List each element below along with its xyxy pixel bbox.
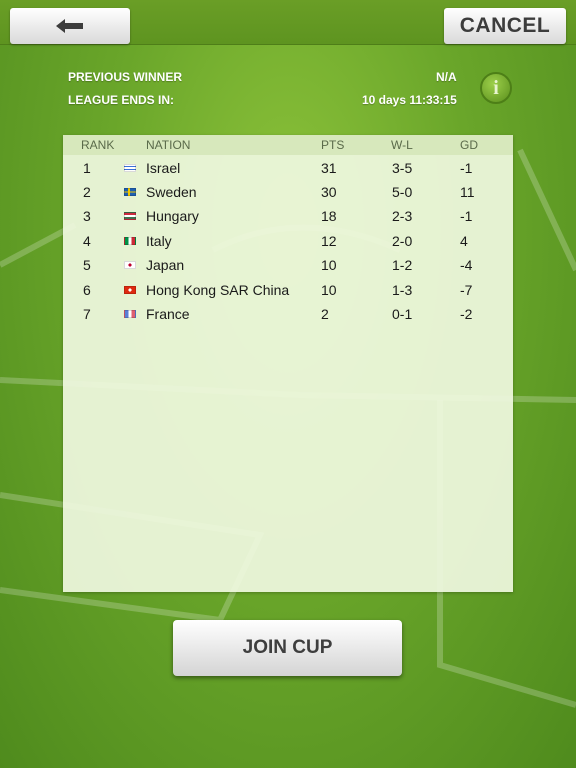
table-header: RANK NATION PTS W-L GD [63,135,513,155]
rank-cell: 3 [83,208,91,224]
wl-cell: 1-2 [392,257,413,273]
rank-cell: 7 [83,306,91,322]
rank-cell: 5 [83,257,91,273]
israel-flag-icon [124,164,136,172]
nation-cell: Hungary [146,208,199,224]
pts-cell: 10 [321,282,337,298]
pts-cell: 18 [321,208,337,224]
rank-cell: 6 [83,282,91,298]
cancel-button[interactable]: CANCEL [444,8,566,44]
pts-cell: 12 [321,233,337,249]
sweden-flag-icon [124,188,136,196]
nation-cell: Japan [146,257,185,273]
league-ends-label: LEAGUE ENDS IN: [68,93,175,107]
wl-cell: 1-3 [392,282,413,298]
join-cup-button[interactable]: JOIN CUP [173,620,402,676]
rank-cell: 2 [83,184,91,200]
gd-cell: 11 [460,184,475,200]
gd-cell: 4 [460,233,468,249]
japan-flag-icon [124,261,136,269]
wl-cell: 5-0 [392,184,413,200]
header-pts: PTS [321,138,345,152]
hong-kong-flag-icon [124,286,136,294]
nation-cell: France [146,306,190,322]
league-table: RANK NATION PTS W-L GD 1 Israel 31 3-5 -… [63,135,513,592]
info-icon[interactable]: i [480,72,512,104]
gd-cell: -2 [460,306,473,322]
nation-cell: Israel [146,160,181,176]
pts-cell: 31 [321,160,337,176]
back-button[interactable] [10,8,130,44]
header-nation: NATION [146,138,191,152]
table-row[interactable]: 6 Hong Kong SAR China 10 1-3 -7 [63,278,513,302]
gd-cell: -4 [460,257,473,273]
table-row[interactable]: 1 Israel 31 3-5 -1 [63,156,513,180]
wl-cell: 3-5 [392,160,413,176]
left-arrow-icon [56,19,83,33]
nation-cell: Hong Kong SAR China [146,282,290,298]
previous-winner-label: PREVIOUS WINNER [68,70,183,84]
header-wl: W-L [391,138,413,152]
gd-cell: -1 [460,208,473,224]
wl-cell: 2-0 [392,233,413,249]
pts-cell: 30 [321,184,337,200]
table-row[interactable]: 4 Italy 12 2-0 4 [63,229,513,253]
rank-cell: 1 [83,160,91,176]
nation-cell: Sweden [146,184,197,200]
wl-cell: 0-1 [392,306,413,322]
top-bar: CANCEL [0,0,576,45]
table-row[interactable]: 7 France 2 0-1 -2 [63,302,513,326]
france-flag-icon [124,310,136,318]
rank-cell: 4 [83,233,91,249]
pts-cell: 2 [321,306,329,322]
wl-cell: 2-3 [392,208,413,224]
gd-cell: -1 [460,160,473,176]
table-row[interactable]: 5 Japan 10 1-2 -4 [63,253,513,277]
pts-cell: 10 [321,257,337,273]
header-gd: GD [460,138,478,152]
hungary-flag-icon [124,212,136,220]
previous-winner-value: N/A [436,70,457,84]
table-row[interactable]: 3 Hungary 18 2-3 -1 [63,204,513,228]
league-ends-value: 10 days 11:33:15 [362,93,457,107]
gd-cell: -7 [460,282,473,298]
header-rank: RANK [81,138,115,152]
nation-cell: Italy [146,233,172,249]
italy-flag-icon [124,237,136,245]
table-row[interactable]: 2 Sweden 30 5-0 11 [63,180,513,204]
